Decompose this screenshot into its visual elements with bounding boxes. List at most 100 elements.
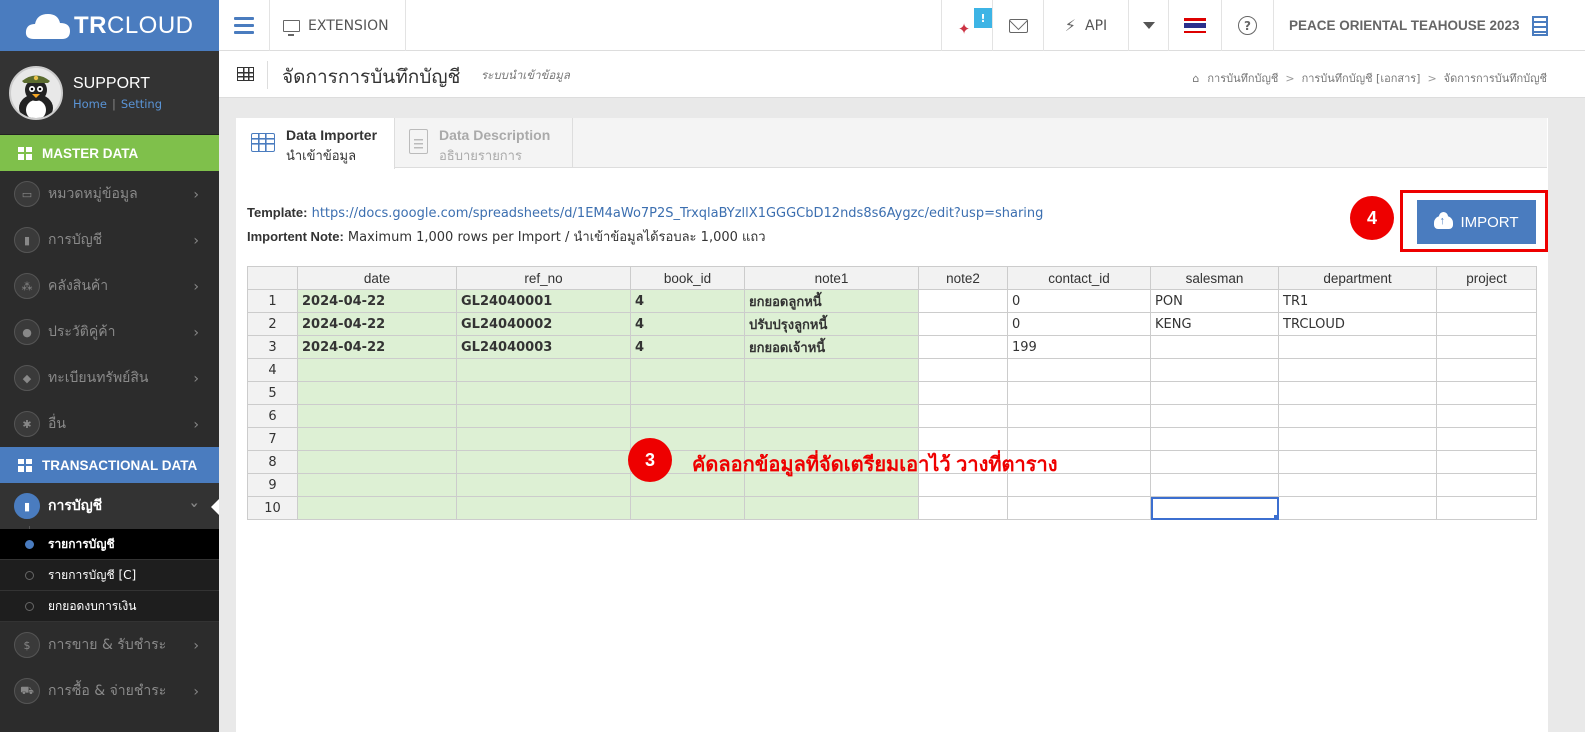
row-number[interactable]: 10 [247,496,298,520]
sidebar-item-purchases[interactable]: ⛟ การซื้อ & จ่ายชำระ › [0,668,219,714]
grid-cell[interactable] [918,496,1008,520]
grid-cell[interactable]: 2024-04-22 [297,335,457,359]
grid-cell[interactable] [1436,404,1537,428]
grid-cell[interactable] [1436,358,1537,382]
column-header-salesman[interactable]: salesman [1150,266,1279,290]
sidebar-item-warehouse[interactable]: ⁂ คลังสินค้า › [0,263,219,309]
grid-cell[interactable] [456,381,631,405]
home-link[interactable]: Home [73,97,107,111]
grid-cell[interactable] [456,404,631,428]
grid-cell[interactable] [630,381,745,405]
grid-cell[interactable]: KENG [1150,312,1279,336]
mail-button[interactable] [992,0,1043,51]
grid-cell[interactable] [456,427,631,451]
sidebar-subitem-gl-list[interactable]: รายการบัญชี [0,529,219,560]
data-grid[interactable]: date ref_no book_id note1 note2 contact_id sal… [247,266,1537,520]
grid-cell[interactable] [1150,450,1279,474]
template-link[interactable]: https://docs.google.com/spreadsheets/d/1… [312,206,1044,221]
grid-cell[interactable] [744,496,919,520]
sidebar-item-accounting[interactable]: ▮ การบัญชี › [0,483,219,529]
app-logo[interactable]: TRCLOUD [0,0,219,51]
grid-cell[interactable] [1007,404,1151,428]
grid-cell[interactable]: TR1 [1278,289,1437,313]
row-number[interactable]: 6 [247,404,298,428]
grid-cell[interactable] [1007,381,1151,405]
grid-cell[interactable] [1150,381,1279,405]
grid-cell[interactable] [1436,312,1537,336]
help-button[interactable]: ? [1221,0,1273,51]
column-header-contact-id[interactable]: contact_id [1007,266,1151,290]
grid-cell[interactable] [630,358,745,382]
tab-data-description[interactable]: Data Description อธิบายรายการ [395,118,573,168]
avatar[interactable] [9,65,63,120]
row-number[interactable]: 9 [247,473,298,497]
sidebar-item-sales[interactable]: $ การขาย & รับชำระ › [0,622,219,668]
sidebar-item-other[interactable]: ✱ อื่น › [0,401,219,447]
column-header-note1[interactable]: note1 [744,266,919,290]
grid-cell[interactable] [1150,358,1279,382]
column-header-department[interactable]: department [1278,266,1437,290]
grid-cell[interactable]: GL24040001 [456,289,631,313]
sidebar-item-categories[interactable]: ▭ หมวดหมู่ข้อมูล › [0,171,219,217]
column-header-project[interactable]: project [1436,266,1537,290]
grid-cell[interactable] [297,473,457,497]
breadcrumb-item[interactable]: การบันทึกบัญชี [1207,69,1278,87]
company-selector[interactable]: PEACE ORIENTAL TEAHOUSE 2023 [1273,0,1585,51]
row-number[interactable]: 1 [247,289,298,313]
grid-cell[interactable] [630,404,745,428]
grid-cell[interactable] [1436,381,1537,405]
grid-cell[interactable] [1150,427,1279,451]
grid-cell[interactable] [297,496,457,520]
grid-cell[interactable]: 2024-04-22 [297,289,457,313]
grid-cell[interactable]: 0 [1007,312,1151,336]
grid-cell[interactable] [297,427,457,451]
grid-cell[interactable]: ยกยอดลูกหนี้ [744,289,919,313]
grid-cell[interactable] [456,358,631,382]
grid-cell[interactable] [918,358,1008,382]
transactional-data-header[interactable]: TRANSACTIONAL DATA [0,447,219,483]
language-selector[interactable] [1168,0,1221,51]
home-icon[interactable]: ⌂ [1192,72,1199,85]
extension-button[interactable]: EXTENSION [270,0,406,51]
row-number[interactable]: 2 [247,312,298,336]
grid-cell[interactable] [456,496,631,520]
grid-cell[interactable] [630,496,745,520]
grid-cell[interactable]: GL24040003 [456,335,631,359]
grid-cell[interactable]: ยกยอดเจ้าหนี้ [744,335,919,359]
master-data-header[interactable]: MASTER DATA [0,135,219,171]
import-button[interactable]: IMPORT [1417,200,1536,244]
grid-cell[interactable] [1436,496,1537,520]
grid-cell[interactable] [1278,473,1437,497]
grid-cell[interactable] [1007,496,1151,520]
grid-cell[interactable] [744,358,919,382]
grid-cell[interactable] [918,404,1008,428]
grid-cell[interactable] [1278,496,1437,520]
dropdown-toggle[interactable] [1128,0,1168,51]
grid-cell[interactable]: 2024-04-22 [297,312,457,336]
notifications-button[interactable]: ✦ ! [941,0,992,51]
sidebar-item-accounting-master[interactable]: ▮ การบัญชี › [0,217,219,263]
grid-cell[interactable] [1278,335,1437,359]
grid-cell[interactable]: 4 [630,335,745,359]
grid-cell[interactable] [1278,358,1437,382]
grid-cell[interactable] [1150,335,1279,359]
grid-cell[interactable]: 0 [1007,289,1151,313]
sidebar-subitem-gl-list-c[interactable]: รายการบัญชี [C] [0,560,219,591]
grid-cell[interactable] [1436,473,1537,497]
grid-cell[interactable] [1436,450,1537,474]
grid-cell[interactable]: 4 [630,289,745,313]
grid-cell[interactable] [744,381,919,405]
grid-cell[interactable] [297,404,457,428]
grid-cell[interactable]: ปรับปรุงลูกหนี้ [744,312,919,336]
grid-cell[interactable] [1278,427,1437,451]
column-header-note2[interactable]: note2 [918,266,1008,290]
row-number[interactable]: 7 [247,427,298,451]
grid-cell[interactable] [744,404,919,428]
row-number[interactable]: 4 [247,358,298,382]
grid-cell[interactable] [456,473,631,497]
row-header-corner[interactable] [247,266,298,290]
grid-cell[interactable] [1150,496,1279,520]
grid-cell[interactable] [918,289,1008,313]
grid-cell[interactable]: 199 [1007,335,1151,359]
grid-cell[interactable]: GL24040002 [456,312,631,336]
